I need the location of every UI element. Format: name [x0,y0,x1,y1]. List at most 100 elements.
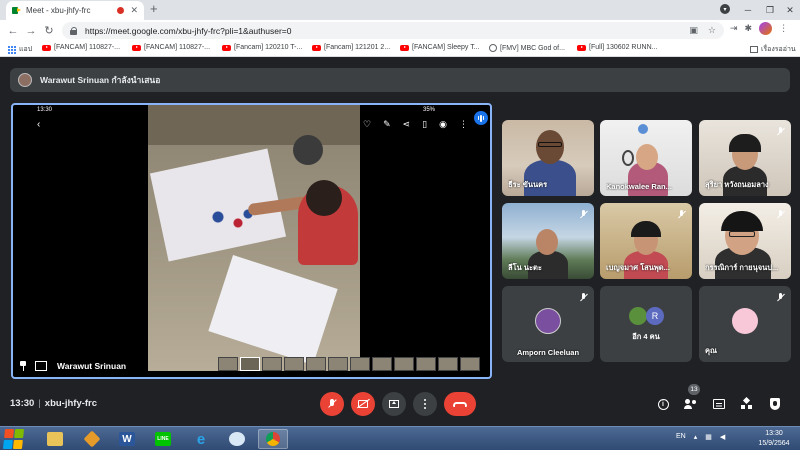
more-vert-icon [423,398,427,410]
meeting-details: 13:30 | xbu-jhfy-frc [10,398,98,409]
taskbar-paint[interactable] [222,429,252,449]
apps-grid-icon [8,45,16,54]
new-tab-button[interactable]: + [150,1,158,16]
taskbar-line[interactable]: LINE [148,429,178,449]
phone-back-icon: ‹ [37,119,41,130]
tab-search-icon[interactable]: ▾ [720,4,730,14]
profile-avatar[interactable] [759,22,773,35]
participant-name: สุริยา หวังถนอมลาง [705,180,769,189]
activities-icon [741,398,753,410]
bookmark-item[interactable]: [FMV] MBC God of... [489,44,565,52]
bookmark-label: [Fancam] 121201 2... [324,44,391,51]
host-controls-button[interactable] [767,396,783,412]
taskbar-explorer[interactable] [40,429,70,449]
presenter-avatar [18,73,32,87]
presenting-banner: Warawut Srinuan กำลังนำเสนอ [10,68,790,92]
present-icon [389,400,399,408]
start-button[interactable] [3,429,25,449]
taskbar-ie[interactable]: e [186,429,216,449]
extensions-puzzle-icon[interactable]: ✱ [745,23,753,34]
presentation-stage[interactable]: 13:30 35% ‹ ♡ ✎ ⋖ ▯ ◉ ⋮ Warawut Srinuan [11,103,492,379]
participant-tile[interactable]: ลีโน นะตะ [502,203,594,279]
bookmark-item[interactable]: [Fancam] 120210 T-... [222,44,302,51]
meeting-details-button[interactable]: i [655,396,671,412]
people-count-badge: 13 [688,384,700,395]
bookmark-item[interactable]: [FANCAM] Sleepy T... [400,44,480,51]
tray-expand-icon[interactable]: ▴ [694,433,698,441]
bookmark-item[interactable]: [FANCAM] 110827-... [42,44,120,51]
reading-list-button[interactable]: เรื่องรออ่าน [750,44,796,55]
lock-icon[interactable] [70,26,78,35]
bookmark-item[interactable]: [Fancam] 121201 2... [312,44,390,51]
taskbar-word[interactable]: W [112,429,142,449]
system-tray: EN ▴ ▦ ◀ [676,433,725,441]
participant-name: ลีโน นะตะ [508,263,542,272]
forward-button[interactable]: → [22,22,40,40]
reload-button[interactable]: ↻ [40,22,58,40]
more-participants-tile[interactable]: R อีก 4 คน [600,286,692,362]
participant-tile[interactable]: เบญจมาศ โสนพุด... [600,203,692,279]
youtube-icon [312,44,321,51]
bookmark-star-icon[interactable]: ☆ [708,25,716,36]
chat-button[interactable] [711,396,727,412]
bookmark-apps-label: แอป [19,46,33,53]
stage-footer: Warawut Srinuan [13,353,213,377]
eye-icon: ◉ [439,119,447,129]
participant-name: Amporn Cleeluan [516,348,580,357]
close-window-button[interactable]: ✕ [778,0,800,20]
self-tile[interactable]: คุณ [699,286,791,362]
taskbar-clock[interactable]: 13:30 15/9/2564 [750,429,798,448]
camera-toggle-button[interactable] [351,392,375,416]
info-icon: i [657,398,669,410]
browser-toolbar: ← → ↻ https://meet.google.com/xbu-jhfy-f… [0,20,800,41]
present-now-button[interactable] [382,392,406,416]
globe-icon [489,44,497,52]
more-options-button[interactable] [413,392,437,416]
back-button[interactable]: ← [4,22,22,40]
mic-off-icon [328,399,336,409]
camera-permission-icon[interactable]: ▣ [689,25,698,36]
muted-mic-icon [580,210,587,219]
minimize-button[interactable]: ─ [736,0,760,20]
bookmark-item[interactable]: [Full] 130602 RUNN... [577,44,657,51]
muted-mic-icon [777,293,784,302]
taskbar-app-puzzle[interactable] [77,429,107,449]
muted-mic-icon [580,293,587,302]
people-button[interactable] [683,396,699,412]
more-participants-label: อีก 4 คน [632,332,660,341]
bookmark-apps[interactable]: แอป [8,44,32,55]
camera-off-icon [358,400,368,408]
language-indicator[interactable]: EN [676,433,686,441]
bookmark-label: [Fancam] 120210 T-... [234,44,303,51]
url-text[interactable]: https://meet.google.com/xbu-jhfy-frc?pli… [85,26,291,36]
present-screen-icon[interactable] [35,361,47,371]
network-icon[interactable]: ▦ [705,433,712,441]
browser-tab-meet[interactable]: Meet - xbu-jhfy-frc ✕ [6,1,144,20]
extension-login-icon[interactable]: ⇥ [730,23,738,34]
phone-toolbar: ♡ ✎ ⋖ ▯ ◉ ⋮ [363,119,468,130]
shared-photo [148,105,360,371]
muted-mic-icon [777,127,784,136]
participant-tile[interactable]: ธีระ ขันนคร [502,120,594,196]
mic-toggle-button[interactable] [320,392,344,416]
volume-icon[interactable]: ◀ [720,433,725,441]
meet-control-bar: 13:30 | xbu-jhfy-frc i 13 [0,384,800,426]
participant-tile[interactable]: Amporn Cleeluan [502,286,594,362]
bookmark-label: [FANCAM] Sleepy T... [412,44,480,51]
tab-title: Meet - xbu-jhfy-frc [26,6,91,15]
meeting-code: xbu-jhfy-frc [44,398,98,409]
participant-tile[interactable]: กรรณิการ์ กายนุจนป... [699,203,791,279]
participant-avatar: R [646,307,664,325]
address-bar[interactable]: https://meet.google.com/xbu-jhfy-frc?pli… [62,22,724,39]
reading-list-icon [750,46,758,53]
bookmark-item[interactable]: [FANCAM] 110827-... [132,44,210,51]
participant-tile[interactable]: Kanokwalee Ran... [600,120,692,196]
chrome-menu-icon[interactable]: ⋮ [779,23,788,34]
participant-tile[interactable]: สุริยา หวังถนอมลาง [699,120,791,196]
taskbar-chrome[interactable] [258,429,288,449]
leave-call-button[interactable] [444,392,476,416]
activities-button[interactable] [739,396,755,412]
bookmark-label: [Full] 130602 RUNN... [589,44,658,51]
tab-close-icon[interactable]: ✕ [130,5,138,16]
pin-icon[interactable] [19,361,27,371]
